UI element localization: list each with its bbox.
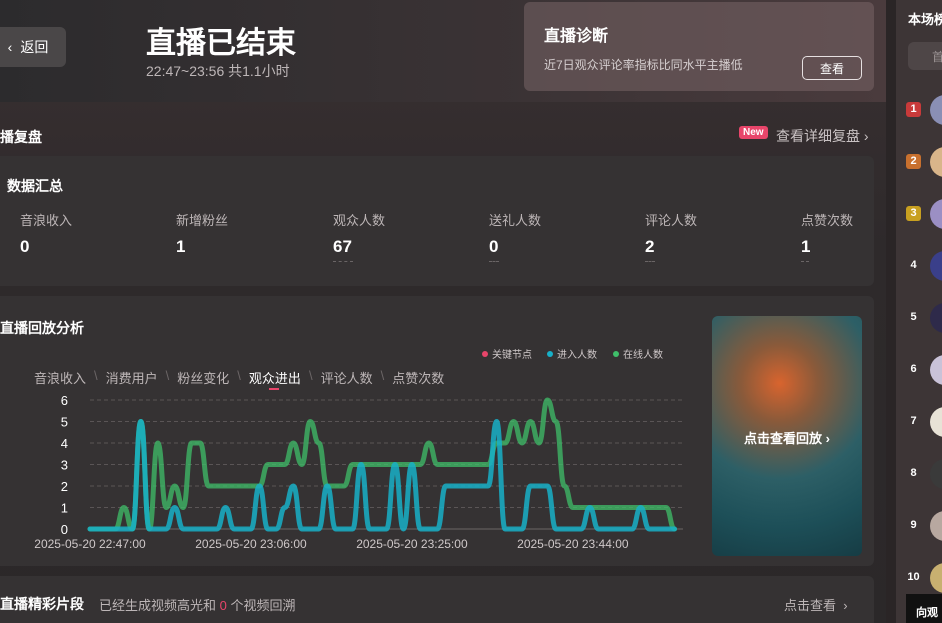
rank-number: 7: [910, 415, 917, 427]
ranking-item[interactable]: 5: [906, 303, 942, 333]
clips-link-label: 点击查看: [784, 598, 837, 613]
y-tick-label: 6: [61, 393, 68, 408]
enter-series-line: [87, 419, 678, 532]
avatar: [930, 407, 942, 437]
chevron-right-icon: ›: [825, 431, 830, 446]
x-tick-label: 2025-05-20 23:25:00: [356, 537, 468, 551]
replay-thumbnail[interactable]: 点击查看回放 ›: [712, 316, 862, 556]
rank-number: 8: [910, 467, 917, 479]
avatar: [930, 459, 942, 489]
ranking-item[interactable]: 9: [906, 511, 942, 541]
rank-number: 10: [907, 571, 920, 583]
ranking-item[interactable]: 3: [906, 199, 942, 229]
ranking-item[interactable]: 4: [906, 251, 942, 281]
clips-card: 直播精彩片段 已经生成视频高光和 0 个视频回溯 点击查看 ›: [0, 576, 874, 623]
y-tick-label: 4: [61, 436, 68, 451]
x-tick-label: 2025-05-20 23:44:00: [517, 537, 629, 551]
y-tick-label: 5: [61, 415, 68, 430]
avatar: [930, 511, 942, 541]
main-area: ‹ 返回 直播已结束 22:47~23:56 共1.1小时 直播诊断 近7日观众…: [0, 0, 886, 623]
ranking-item[interactable]: 7: [906, 407, 942, 437]
avatar: [930, 199, 942, 229]
avatar: [930, 563, 942, 593]
ranking-item[interactable]: 2: [906, 147, 942, 177]
clips-count: 0: [219, 598, 227, 613]
replay-link[interactable]: 点击查看回放 ›: [712, 428, 862, 447]
ranking-bottom-bar[interactable]: 向观: [906, 594, 942, 623]
x-tick-label: 2025-05-20 22:47:00: [34, 537, 146, 551]
y-tick-label: 0: [61, 522, 68, 537]
clips-desc-prefix: 已经生成视频高光和: [99, 598, 217, 613]
rank-number: 9: [910, 519, 917, 531]
clips-title: 直播精彩片段: [0, 596, 84, 612]
rank-number: 4: [910, 259, 917, 271]
chevron-right-icon: ›: [839, 598, 848, 613]
y-tick-label: 1: [61, 501, 68, 516]
ranking-item[interactable]: 1: [906, 95, 942, 125]
ranking-title: 本场榜: [908, 12, 942, 27]
rank-number: 3: [906, 206, 921, 221]
clips-view-link[interactable]: 点击查看 ›: [784, 595, 848, 614]
y-tick-label: 3: [61, 458, 68, 473]
clips-desc-suffix: 个视频回溯: [230, 598, 296, 613]
rank-number: 5: [910, 311, 917, 323]
y-tick-label: 2: [61, 479, 68, 494]
ranking-item[interactable]: 8: [906, 459, 942, 489]
avatar: [930, 303, 942, 333]
clips-desc: 已经生成视频高光和 0 个视频回溯: [99, 595, 296, 614]
avatar: [930, 251, 942, 281]
replay-label: 点击查看回放: [744, 431, 823, 446]
rank-number: 2: [906, 154, 921, 169]
avatar: [930, 147, 942, 177]
ranking-item[interactable]: 10: [906, 563, 942, 593]
x-tick-label: 2025-05-20 23:06:00: [195, 537, 307, 551]
rank-number: 6: [910, 363, 917, 375]
ranking-item[interactable]: 6: [906, 355, 942, 385]
ranking-search-input[interactable]: 首: [908, 42, 942, 70]
avatar: [930, 95, 942, 125]
rank-number: 1: [906, 102, 921, 117]
avatar: [930, 355, 942, 385]
